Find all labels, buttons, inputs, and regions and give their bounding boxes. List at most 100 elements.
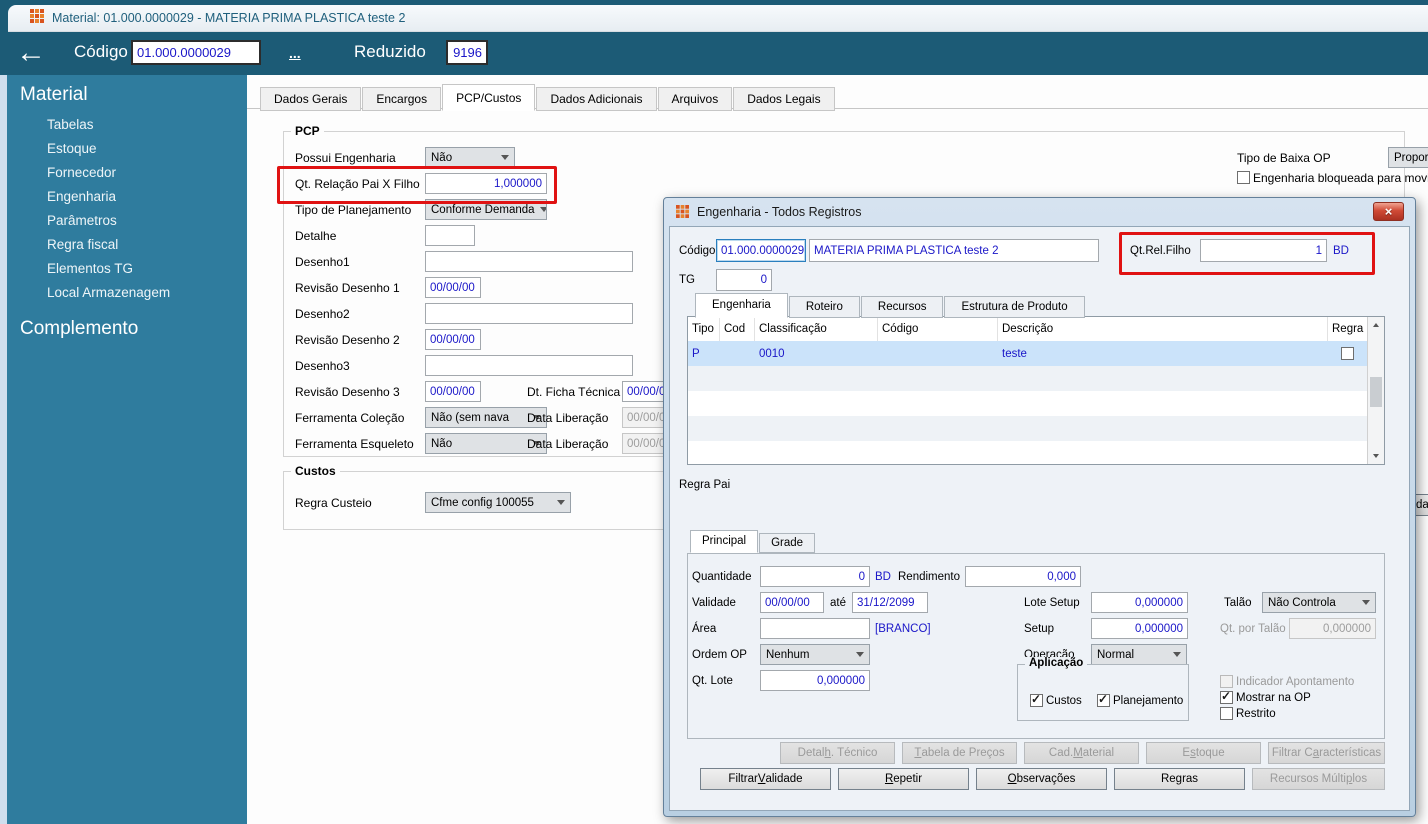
revisao-desenho3-input[interactable]: 00/00/00 xyxy=(425,381,481,402)
codigo-pai-input[interactable]: 01.000.0000029 xyxy=(716,239,806,262)
sidebar-section-material[interactable]: Material xyxy=(20,84,88,106)
sidebar: Material Tabelas Estoque Fornecedor Enge… xyxy=(7,75,247,824)
cell-cod xyxy=(720,341,755,366)
qt-rel-filho-label: Qt.Rel.Filho xyxy=(1130,240,1191,261)
chevron-down-icon xyxy=(540,207,547,212)
scroll-down-icon[interactable] xyxy=(1368,448,1384,464)
scrollbar-thumb[interactable] xyxy=(1370,377,1382,407)
sidebar-item-estoque[interactable]: Estoque xyxy=(47,141,97,156)
tab-arquivos[interactable]: Arquivos xyxy=(658,87,733,111)
desenho1-input[interactable] xyxy=(425,251,633,272)
area-label: Área xyxy=(692,618,716,639)
dialog-tab-estrutura[interactable]: Estrutura de Produto xyxy=(944,296,1084,318)
close-icon[interactable]: × xyxy=(1373,202,1404,221)
desenho1-label: Desenho1 xyxy=(295,251,350,272)
revisao-desenho1-input[interactable]: 00/00/00 xyxy=(425,277,481,298)
tg-input[interactable]: 0 xyxy=(716,269,772,291)
qt-por-talao-label: Qt. por Talão xyxy=(1220,618,1286,639)
chevron-down-icon xyxy=(557,500,565,505)
qt-lote-input[interactable]: 0,000000 xyxy=(760,670,870,691)
qt-relacao-label: Qt. Relação Pai X Filho xyxy=(295,173,420,194)
regras-button[interactable]: Regras xyxy=(1114,768,1245,790)
tab-dados-gerais[interactable]: Dados Gerais xyxy=(260,87,361,111)
quantidade-label: Quantidade xyxy=(692,566,751,587)
screen: Material: 01.000.0000029 - MATERIA PRIMA… xyxy=(0,0,1428,824)
tab-encargos[interactable]: Encargos xyxy=(362,87,441,111)
engenharia-dialog: Engenharia - Todos Registros × Código Pa… xyxy=(663,197,1416,817)
sidebar-item-engenharia[interactable]: Engenharia xyxy=(47,189,116,204)
mostrar-na-op-checkbox[interactable] xyxy=(1220,691,1233,704)
validade-input[interactable]: 00/00/00 xyxy=(760,592,824,613)
data-liberacao2-label: Data Liberação xyxy=(527,433,608,454)
possui-engenharia-label: Possui Engenharia xyxy=(295,147,396,168)
scroll-up-icon[interactable] xyxy=(1368,317,1384,333)
lote-setup-input[interactable]: 0,000000 xyxy=(1091,592,1188,613)
qt-por-talao-input: 0,000000 xyxy=(1289,618,1376,639)
revisao-desenho2-input[interactable]: 00/00/00 xyxy=(425,329,481,350)
detalhe-input[interactable] xyxy=(425,225,475,246)
engenharia-bloqueada-checkbox[interactable] xyxy=(1237,171,1250,184)
back-arrow-button[interactable]: ← xyxy=(16,33,46,73)
codigo-input[interactable]: 01.000.0000029 xyxy=(131,40,261,65)
operacao-select[interactable]: Normal xyxy=(1091,644,1187,665)
header-band: ← Código 01.000.0000029 ... Reduzido 919… xyxy=(0,32,1428,75)
custos-checkbox[interactable] xyxy=(1030,694,1043,707)
ordem-op-select[interactable]: Nenhum xyxy=(760,644,870,665)
cell-codigo xyxy=(878,341,998,366)
revisao-desenho3-label: Revisão Desenho 3 xyxy=(295,381,400,402)
grid-col-tipo: Tipo xyxy=(688,317,720,341)
codigo-pai-descricao-input[interactable]: MATERIA PRIMA PLASTICA teste 2 xyxy=(809,239,1099,262)
aplicacao-group-label: Aplicação xyxy=(1025,657,1087,669)
restrito-checkbox[interactable] xyxy=(1220,707,1233,720)
chevron-down-icon xyxy=(501,155,509,160)
desenho3-input[interactable] xyxy=(425,355,633,376)
qt-rel-filho-input[interactable]: 1 xyxy=(1200,239,1327,262)
subtab-grade[interactable]: Grade xyxy=(759,533,815,553)
dialog-titlebar[interactable]: Engenharia - Todos Registros × xyxy=(664,198,1415,226)
regra-checkbox[interactable] xyxy=(1341,347,1354,360)
tabela-de-precos-button: Tabela de Preços xyxy=(902,742,1017,764)
sidebar-item-parametros[interactable]: Parâmetros xyxy=(47,213,117,228)
window-titlebar: Material: 01.000.0000029 - MATERIA PRIMA… xyxy=(8,5,1428,32)
dialog-tab-recursos[interactable]: Recursos xyxy=(861,296,944,318)
possui-engenharia-select[interactable]: Não xyxy=(425,147,515,168)
observacoes-button[interactable]: Observações xyxy=(976,768,1107,790)
planejamento-checkbox[interactable] xyxy=(1097,694,1110,707)
data-liberacao1-label: Data Liberação xyxy=(527,407,608,428)
grid-col-codigo: Código xyxy=(878,317,998,341)
area-input[interactable] xyxy=(760,618,870,639)
grid-scrollbar[interactable] xyxy=(1367,317,1384,464)
desenho2-label: Desenho2 xyxy=(295,303,350,324)
qt-relacao-input[interactable]: 1,000000 xyxy=(425,173,547,194)
sidebar-item-elementos-tg[interactable]: Elementos TG xyxy=(47,261,133,276)
talao-select[interactable]: Não Controla xyxy=(1262,592,1376,613)
tipo-planejamento-select[interactable]: Conforme Demanda xyxy=(425,199,547,220)
sidebar-item-local-armazenagem[interactable]: Local Armazenagem xyxy=(47,285,170,300)
regra-custeio-select[interactable]: Cfme config 100055 xyxy=(425,492,571,513)
rendimento-input[interactable]: 0,000 xyxy=(965,566,1081,587)
tab-pcp-custos[interactable]: PCP/Custos xyxy=(442,84,535,111)
grid-col-cod: Cod xyxy=(720,317,755,341)
sidebar-section-complemento[interactable]: Complemento xyxy=(20,318,138,340)
desenho2-input[interactable] xyxy=(425,303,633,324)
codigo-more-link[interactable]: ... xyxy=(289,45,301,61)
cell-regra xyxy=(1328,341,1367,366)
sidebar-item-regra-fiscal[interactable]: Regra fiscal xyxy=(47,237,118,252)
grid-row-empty xyxy=(688,416,1367,441)
tab-dados-legais[interactable]: Dados Legais xyxy=(733,87,834,111)
tipo-baixa-op-select[interactable]: Proporç xyxy=(1388,147,1428,168)
reduzido-input[interactable]: 9196 xyxy=(446,40,488,65)
dialog-tab-engenharia[interactable]: Engenharia xyxy=(695,293,788,318)
dialog-tab-roteiro[interactable]: Roteiro xyxy=(789,296,860,318)
repetir-button[interactable]: Repetir xyxy=(838,768,969,790)
sidebar-item-tabelas[interactable]: Tabelas xyxy=(47,117,94,132)
setup-input[interactable]: 0,000000 xyxy=(1091,618,1188,639)
validade-ate-input[interactable]: 31/12/2099 xyxy=(852,592,928,613)
grid-row-selected[interactable]: P 0010 teste xyxy=(688,341,1367,366)
filtrar-validade-button[interactable]: Filtrar Validade xyxy=(700,768,831,790)
sidebar-item-fornecedor[interactable]: Fornecedor xyxy=(47,165,116,180)
quantidade-input[interactable]: 0 xyxy=(760,566,870,587)
tab-dados-adicionais[interactable]: Dados Adicionais xyxy=(536,87,656,111)
regra-pai-label: Regra Pai xyxy=(679,474,730,495)
subtab-principal[interactable]: Principal xyxy=(690,530,758,553)
